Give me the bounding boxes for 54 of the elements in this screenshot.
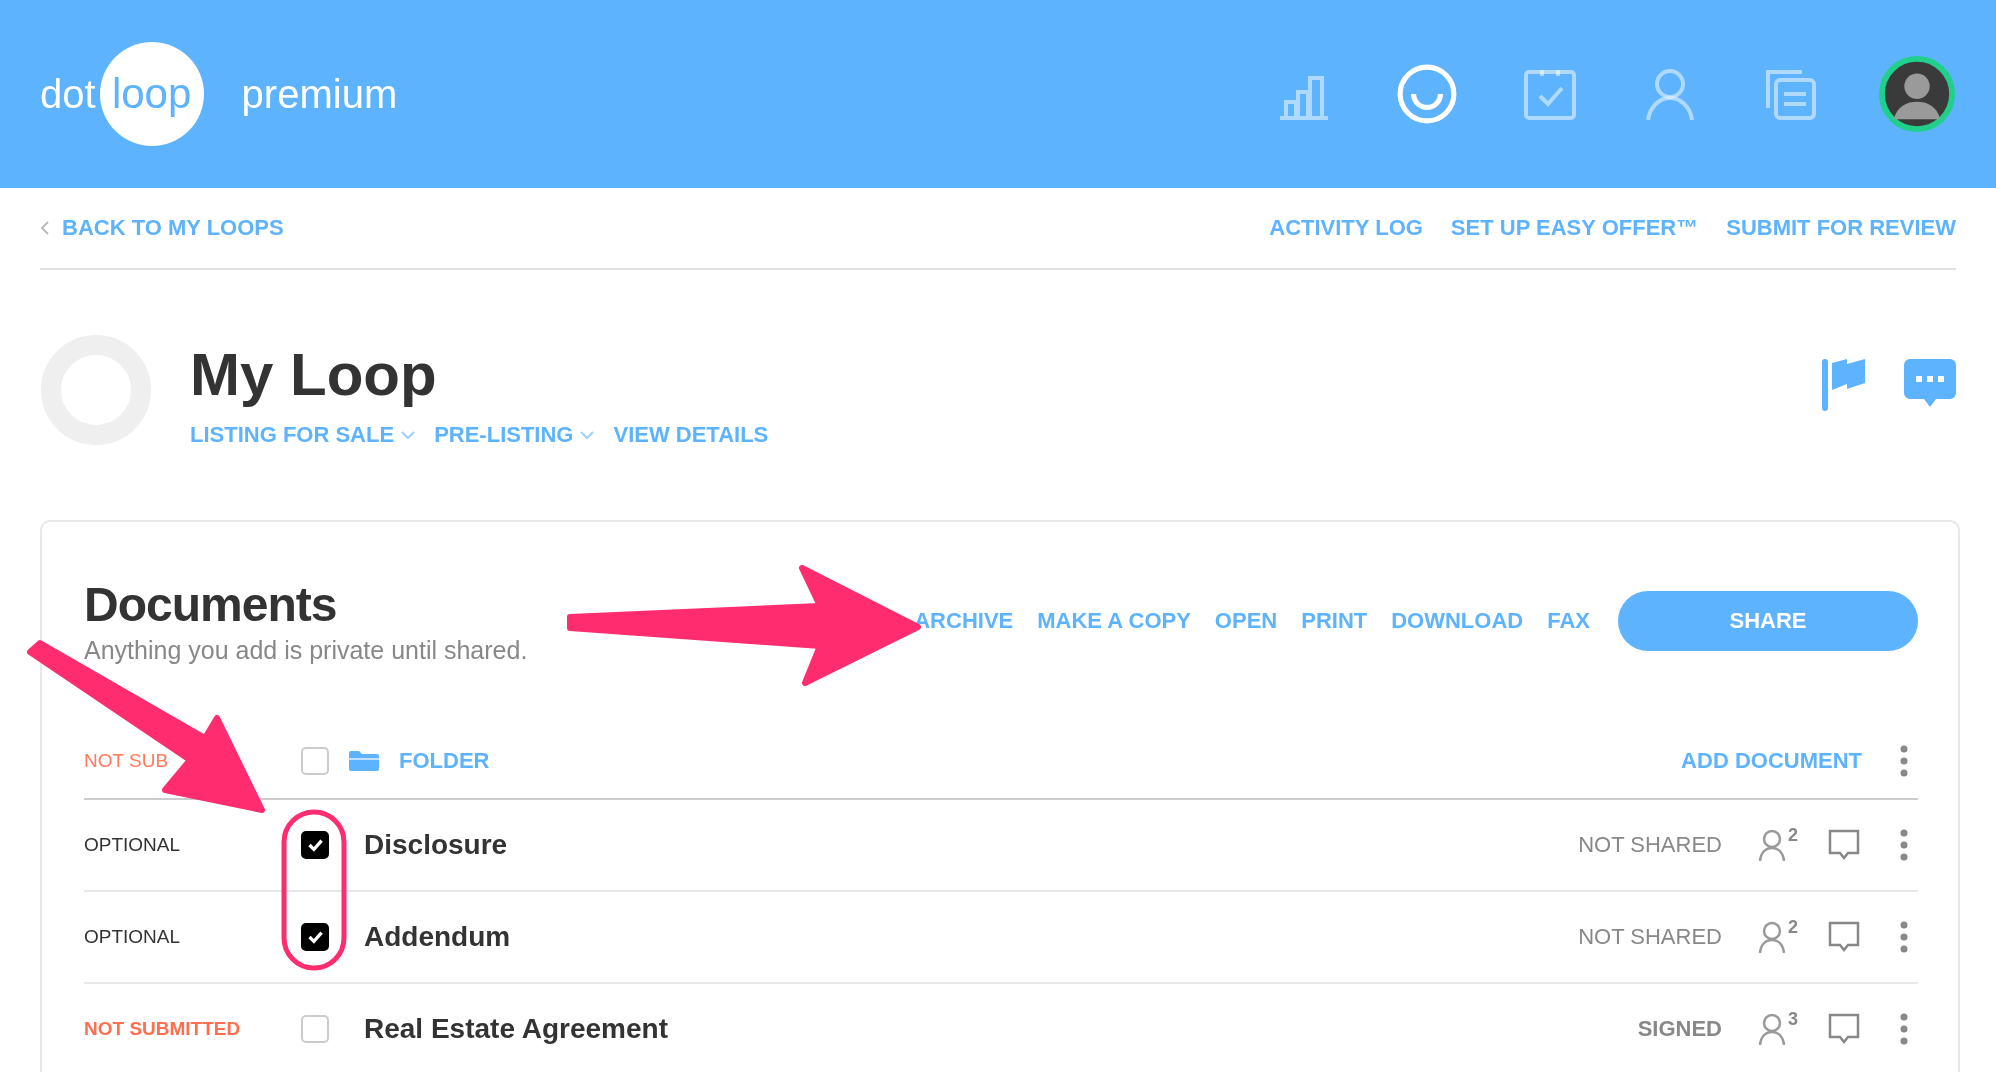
status-label: OPTIONAL [84,926,182,948]
section-title: Documents [84,577,338,632]
comment-icon[interactable] [1828,829,1860,861]
status-label: OPTIONAL [84,834,182,856]
plan-label: premium [241,71,398,117]
caret-icon [579,430,596,440]
document-name[interactable]: Addendum [364,921,1579,953]
checkbox[interactable] [301,831,329,859]
loop-link[interactable]: PRE-LISTING [434,422,596,448]
participant-count: 2 [1788,825,1798,846]
loop-link[interactable]: LISTING FOR SALE [190,422,417,448]
participant-count: 2 [1788,917,1798,938]
action-link[interactable]: FAX [1547,608,1590,634]
action-link[interactable]: PRINT [1301,608,1368,634]
nav-link[interactable]: ACTIVITY LOG [1269,215,1423,241]
more-icon[interactable] [1900,1013,1908,1045]
status-label: NOT SUBMITTED [84,1018,242,1040]
more-icon[interactable] [1900,745,1908,777]
back-link[interactable]: BACK TO MY LOOPS [40,215,284,241]
loop-title: My Loop [190,342,438,408]
document-name[interactable]: Real Estate Agreement [364,1013,1638,1045]
loop-link[interactable]: VIEW DETAILS [613,422,769,448]
status-label: NOT SUB [84,750,170,772]
nav-link[interactable]: SET UP EASY OFFER™ [1450,215,1699,241]
share-status: SIGNED [1637,1016,1722,1042]
participants-icon[interactable] [1758,921,1788,953]
participants-icon[interactable] [1758,829,1788,861]
avatar-icon[interactable] [1878,55,1956,133]
loop-circle-icon[interactable] [1396,63,1458,125]
action-link[interactable]: OPEN [1214,608,1278,634]
comment-icon[interactable] [1828,921,1860,953]
more-icon[interactable] [1900,921,1908,953]
document-name[interactable]: Disclosure [364,829,1579,861]
participants-icon[interactable] [1758,1013,1788,1045]
caret-icon [400,430,417,440]
chevron-icon [40,220,50,236]
folder-icon [349,751,379,771]
add-document-link[interactable]: ADD DOCUMENT [1681,748,1862,774]
folder-link[interactable]: FOLDER [399,748,490,774]
logo-badge: loop [99,42,204,146]
share-status: NOT SHARED [1578,924,1722,950]
flag-icon[interactable] [1822,359,1868,411]
section-subtitle: Anything you add is private until shared. [84,636,528,665]
nav-link[interactable]: SUBMIT FOR REVIEW [1726,215,1956,241]
checkbox[interactable] [301,923,329,951]
more-icon[interactable] [1900,829,1908,861]
participant-count: 3 [1788,1009,1798,1030]
action-link[interactable]: DOWNLOAD [1391,608,1524,634]
action-link[interactable]: ARCHIVE [914,608,1014,634]
comment-icon[interactable] [1828,1013,1860,1045]
share-status: NOT SHARED [1578,832,1722,858]
share-button[interactable]: SHARE [1618,591,1918,651]
logo-text: dot [40,71,96,117]
action-link[interactable]: MAKE A COPY [1037,608,1191,634]
